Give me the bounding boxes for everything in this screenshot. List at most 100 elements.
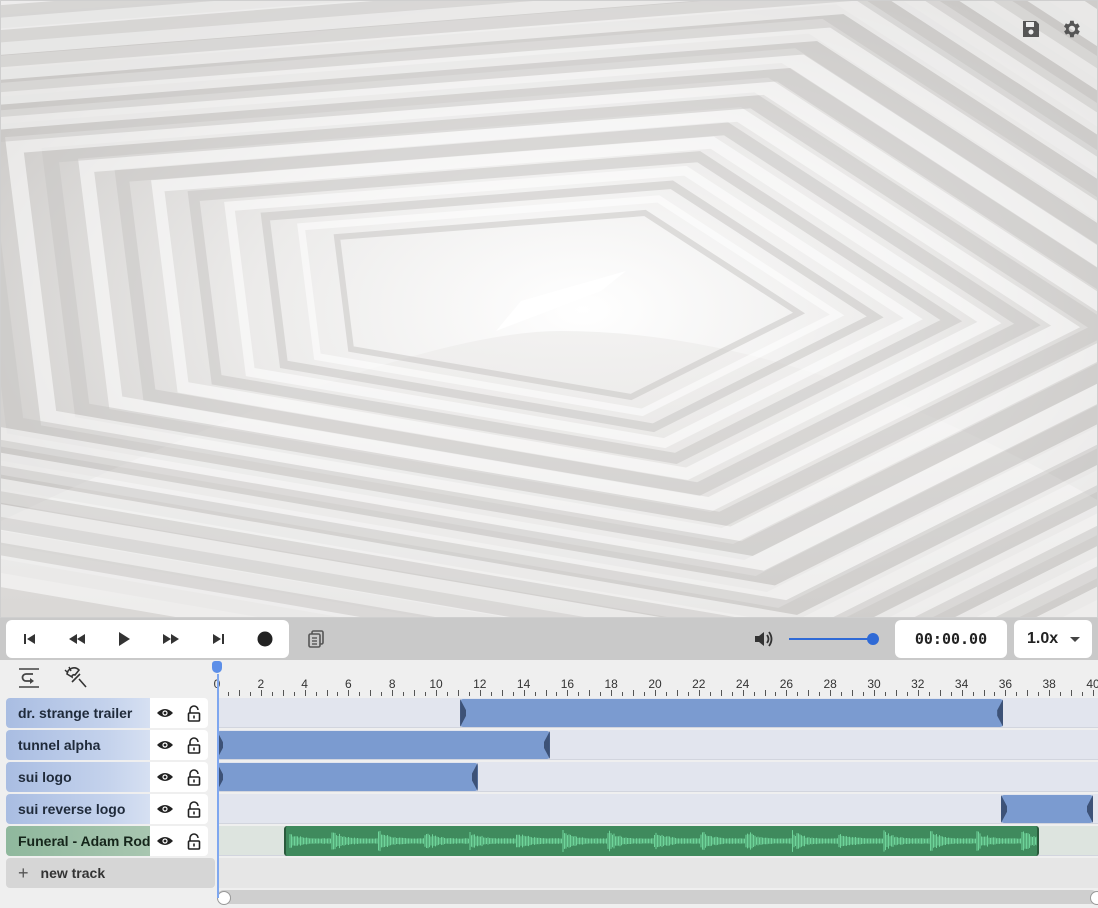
scrollbar-left-handle[interactable] [217, 891, 231, 905]
playback-controls: 00:00.00 1.0x [0, 618, 1098, 660]
time-ruler[interactable]: 0246810121416182022242628303234363840 [214, 660, 1098, 696]
ruler-tick [972, 692, 974, 696]
lock-open-icon[interactable] [183, 702, 205, 724]
ruler-tick [337, 692, 339, 696]
ruler-tick-label: 6 [345, 677, 352, 691]
eye-icon[interactable] [154, 830, 176, 852]
ruler-tick [676, 690, 678, 696]
track-name[interactable]: Funeral - Adam Rodgers [6, 826, 150, 856]
eye-icon[interactable] [154, 702, 176, 724]
eye-icon[interactable] [154, 734, 176, 756]
ruler-tick [1093, 690, 1094, 696]
ruler-tick [260, 690, 262, 696]
ruler-tick [939, 690, 941, 696]
ruler-tick [315, 692, 317, 696]
volume-slider-track[interactable] [789, 638, 873, 640]
ruler-tick [687, 692, 689, 696]
ruler-tick [841, 692, 843, 696]
volume-slider-knob[interactable] [867, 633, 879, 645]
timeline: 0246810121416182022242628303234363840 dr… [0, 660, 1098, 908]
track-lane [217, 826, 1098, 856]
track-controls [150, 826, 208, 856]
ruler-tick [523, 690, 525, 696]
ruler-tick [271, 692, 273, 696]
record-icon[interactable] [241, 620, 288, 658]
ruler-tick [1038, 692, 1040, 696]
clip-trim-start-handle[interactable] [460, 699, 467, 727]
playhead-handle[interactable] [212, 661, 222, 673]
ruler-tick-label: 26 [779, 677, 794, 691]
lock-open-icon[interactable] [183, 734, 205, 756]
ruler-tick [928, 692, 930, 696]
track-lane [217, 730, 1098, 760]
ruler-tick [501, 690, 503, 696]
scrollbar-right-handle[interactable] [1090, 891, 1098, 905]
video-clip[interactable] [217, 731, 550, 759]
lock-open-icon[interactable] [183, 798, 205, 820]
video-clip[interactable] [217, 763, 478, 791]
ruler-tick-label: 30 [867, 677, 881, 691]
lock-open-icon[interactable] [183, 830, 205, 852]
ruler-tick [874, 690, 875, 696]
copy-icon[interactable] [304, 627, 328, 651]
eye-icon[interactable] [154, 798, 176, 820]
clip-trim-end-handle[interactable] [471, 763, 478, 791]
track-lane [217, 794, 1098, 824]
ruler-tick [359, 692, 361, 696]
video-clip[interactable] [1001, 795, 1093, 823]
ruler-tick [1060, 692, 1062, 696]
speed-select[interactable]: 1.0x [1014, 620, 1092, 658]
new-track-button[interactable]: + new track [6, 858, 215, 888]
ruler-tick [578, 692, 580, 696]
eye-icon[interactable] [154, 766, 176, 788]
ruler-tick [633, 690, 635, 696]
magnet-icon[interactable] [62, 664, 90, 692]
ruler-tick [906, 692, 908, 696]
ruler-tick [468, 692, 470, 696]
track-name[interactable]: dr. strange trailer [6, 698, 150, 728]
rewind-icon[interactable] [53, 620, 100, 658]
track-name[interactable]: sui reverse logo [6, 794, 150, 824]
ruler-tick [293, 692, 295, 696]
skip-to-end-icon[interactable] [194, 620, 241, 658]
track-lane [217, 698, 1098, 728]
gear-icon[interactable] [1059, 17, 1083, 41]
ruler-tick [304, 690, 306, 696]
ruler-tick [720, 690, 722, 696]
ruler-tick [534, 692, 536, 696]
ruler-tick-label: 38 [1042, 677, 1056, 691]
ruler-tick [227, 692, 229, 696]
ruler-tick [665, 692, 667, 696]
ruler-tick [961, 690, 963, 696]
clip-trim-end-handle[interactable] [997, 699, 1004, 727]
clip-trim-end-handle[interactable] [1086, 795, 1093, 823]
ruler-tick [381, 692, 383, 696]
ruler-tick [1049, 690, 1051, 696]
video-clip[interactable] [460, 699, 1004, 727]
timeline-scrollbar[interactable] [217, 890, 1098, 905]
snap-icon[interactable] [16, 664, 44, 692]
play-icon[interactable] [100, 620, 147, 658]
ruler-tick-label: 34 [954, 677, 969, 691]
skip-to-start-icon[interactable] [6, 620, 53, 658]
ruler-tick [731, 692, 733, 696]
ruler-tick [819, 692, 821, 696]
plus-icon: + [18, 862, 29, 883]
volume-icon[interactable] [752, 627, 776, 651]
ruler-tick-label: 10 [429, 677, 443, 691]
ruler-tick [512, 692, 514, 696]
track-name[interactable]: tunnel alpha [6, 730, 150, 760]
lock-open-icon[interactable] [183, 766, 205, 788]
clip-trim-start-handle[interactable] [1001, 795, 1008, 823]
ruler-tick-label: 14 [516, 677, 531, 691]
track-name[interactable]: sui logo [6, 762, 150, 792]
ruler-tick [884, 692, 886, 696]
ruler-tick [370, 690, 372, 696]
save-icon[interactable] [1019, 17, 1043, 41]
fast-forward-icon[interactable] [147, 620, 194, 658]
ruler-tick-label: 24 [735, 677, 750, 691]
clip-trim-end-handle[interactable] [543, 731, 550, 759]
speed-value: 1.0x [1027, 630, 1059, 647]
audio-clip[interactable] [283, 826, 1040, 856]
ruler-tick [282, 690, 284, 696]
